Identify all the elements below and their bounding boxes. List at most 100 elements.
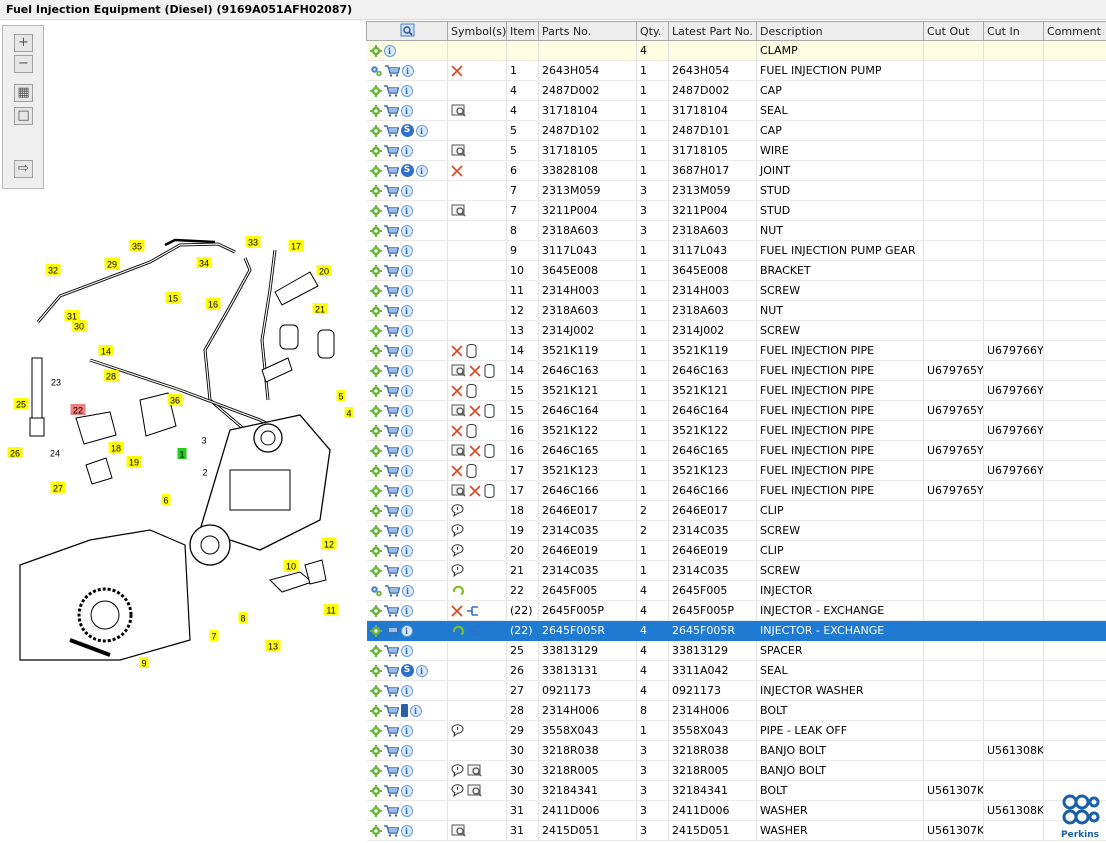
part-info-icon[interactable]: i: [400, 525, 413, 537]
add-to-cart-icon[interactable]: [383, 105, 399, 117]
details-gear-icon[interactable]: [369, 365, 382, 377]
part-info-icon[interactable]: i: [400, 205, 413, 217]
parts-row[interactable]: i 16 2646C165 1 2646C165 FUEL INJECTION PIPE U…: [366, 440, 1106, 461]
part-info-icon[interactable]: i: [400, 485, 413, 497]
add-to-cart-icon[interactable]: [383, 805, 399, 817]
column-header-3[interactable]: Parts No.: [538, 21, 637, 41]
details-gear-icon[interactable]: [369, 124, 382, 137]
add-to-cart-icon[interactable]: [383, 185, 399, 197]
view-illustration-icon[interactable]: [451, 824, 466, 837]
add-to-cart-icon[interactable]: [383, 505, 399, 517]
part-info-icon[interactable]: i: [400, 565, 413, 577]
comment-bubble-icon[interactable]: [451, 784, 464, 798]
part-info-icon[interactable]: i: [400, 185, 413, 197]
details-gear-icon[interactable]: [369, 545, 382, 557]
parts-row[interactable]: i 4 CLAMP: [366, 40, 1106, 61]
details-gear-icon[interactable]: [369, 745, 382, 757]
part-info-icon[interactable]: i: [400, 145, 413, 157]
part-info-icon[interactable]: i: [400, 85, 413, 97]
view-illustration-icon[interactable]: [467, 784, 482, 797]
details-gear-icon[interactable]: [369, 85, 382, 97]
fit-view-button[interactable]: ▦: [14, 84, 33, 102]
details-gear-icon[interactable]: [369, 445, 382, 457]
details-gear-icon[interactable]: [369, 685, 382, 697]
zoom-in-button[interactable]: +: [14, 34, 33, 52]
details-gear-icon[interactable]: [369, 45, 382, 57]
parts-row[interactable]: i 30 3218R005 3 3218R005 BANJO BOLT: [366, 760, 1106, 781]
part-info-icon[interactable]: i: [415, 164, 428, 177]
details-gear-icon[interactable]: [369, 305, 382, 317]
details-gear-icon[interactable]: [369, 645, 382, 657]
parts-row[interactable]: i (22) 2645F005P 4 2645F005P INJECTOR - EXCHA…: [366, 600, 1106, 621]
details-gear-icon[interactable]: [369, 465, 382, 477]
add-to-cart-icon[interactable]: [383, 285, 399, 297]
details-gear-icon[interactable]: [369, 205, 382, 217]
parts-row[interactable]: i 14 2646C163 1 2646C163 FUEL INJECTION PIPE U…: [366, 360, 1106, 381]
part-info-icon[interactable]: i: [400, 425, 413, 437]
parts-row[interactable]: i 11 2314H003 1 2314H003 SCREW: [366, 280, 1106, 301]
add-to-cart-icon[interactable]: [383, 265, 399, 277]
parts-row[interactable]: i 27 0921173 4 0921173 INJECTOR WASHER: [366, 680, 1106, 701]
view-illustration-icon[interactable]: [451, 204, 466, 217]
parts-row[interactable]: i 9 3117L043 1 3117L043 FUEL INJECTION PUMP G…: [366, 240, 1106, 261]
parts-row[interactable]: i 15 2646C164 1 2646C164 FUEL INJECTION PIPE U…: [366, 400, 1106, 421]
part-info-icon[interactable]: i: [400, 605, 413, 617]
add-to-cart-icon[interactable]: [383, 465, 399, 477]
part-info-icon[interactable]: i: [400, 345, 413, 357]
add-to-cart-icon[interactable]: [383, 245, 399, 257]
add-to-cart-icon[interactable]: [383, 145, 399, 157]
view-illustration-icon[interactable]: [451, 404, 466, 417]
parts-row[interactable]: i 25 33813129 4 33813129 SPACER: [366, 640, 1106, 661]
part-info-icon[interactable]: i: [415, 124, 428, 137]
view-illustration-icon[interactable]: [451, 444, 466, 457]
details-gear-icon[interactable]: [369, 325, 382, 337]
column-header-2[interactable]: Item: [506, 21, 539, 41]
comment-bubble-icon[interactable]: [451, 524, 464, 538]
details-gear-icon[interactable]: [369, 425, 382, 437]
add-to-cart-icon[interactable]: [383, 825, 399, 837]
parts-row[interactable]: i (22) 2645F005R 4 2645F005R INJECTOR - EXCHA…: [366, 620, 1106, 641]
export-button[interactable]: ⇨: [14, 160, 33, 178]
add-to-cart-icon[interactable]: [383, 525, 399, 537]
comment-bubble-icon[interactable]: [451, 724, 464, 738]
add-to-cart-icon[interactable]: [383, 225, 399, 237]
part-info-icon[interactable]: i: [401, 65, 414, 77]
parts-row[interactable]: i 7 3211P004 3 3211P004 STUD: [366, 200, 1106, 221]
details-gear-icon[interactable]: [369, 505, 382, 517]
part-info-icon[interactable]: i: [400, 225, 413, 237]
part-info-icon[interactable]: i: [400, 325, 413, 337]
add-to-cart-icon[interactable]: [384, 585, 400, 597]
column-header-9[interactable]: Comment: [1043, 21, 1106, 41]
parts-row[interactable]: i 4 31718104 1 31718104 SEAL: [366, 100, 1106, 121]
exploded-parts-diagram[interactable]: 35 33 1729 3420321615313021142823252236 5431…: [0, 200, 362, 680]
comment-bubble-icon[interactable]: [451, 544, 464, 558]
details-gear-icon[interactable]: [369, 145, 382, 157]
add-to-cart-icon[interactable]: [383, 545, 399, 557]
details-gear-icon[interactable]: [369, 225, 382, 237]
parts-row[interactable]: i 31 2411D006 3 2411D006 WASHER U561308K: [366, 800, 1106, 821]
add-to-cart-icon[interactable]: [383, 365, 399, 377]
part-info-icon[interactable]: i: [400, 445, 413, 457]
parts-row[interactable]: i 16 3521K122 1 3521K122 FUEL INJECTION PIPE U…: [366, 420, 1106, 441]
part-info-icon[interactable]: i: [400, 245, 413, 257]
parts-row[interactable]: i 19 2314C035 2 2314C035 SCREW: [366, 520, 1106, 541]
details-gear-icon[interactable]: [369, 164, 382, 177]
part-info-icon[interactable]: i: [400, 765, 413, 777]
details-gear-icon[interactable]: [369, 565, 382, 577]
add-to-cart-icon[interactable]: [383, 305, 399, 317]
details-gear-icon[interactable]: [369, 765, 382, 777]
part-info-icon[interactable]: i: [400, 285, 413, 297]
parts-row[interactable]: i 12 2318A603 1 2318A603 NUT: [366, 300, 1106, 321]
add-to-cart-icon[interactable]: [383, 385, 399, 397]
parts-row[interactable]: i 15 3521K121 1 3521K121 FUEL INJECTION PIPE U…: [366, 380, 1106, 401]
details-gear-icon[interactable]: [369, 265, 382, 277]
view-illustration-icon[interactable]: [451, 484, 466, 497]
part-info-icon[interactable]: i: [400, 805, 413, 817]
parts-row[interactable]: i 13 2314J002 1 2314J002 SCREW: [366, 320, 1106, 341]
details-gear-icon[interactable]: [369, 185, 382, 197]
supersession-icon[interactable]: S: [400, 664, 414, 678]
add-to-cart-icon[interactable]: [383, 205, 399, 217]
parts-row[interactable]: i 7 2313M059 3 2313M059 STUD: [366, 180, 1106, 201]
parts-row[interactable]: Si 6 33828108 1 3687H017 JOINT: [366, 160, 1106, 181]
add-to-cart-icon[interactable]: [384, 65, 400, 77]
